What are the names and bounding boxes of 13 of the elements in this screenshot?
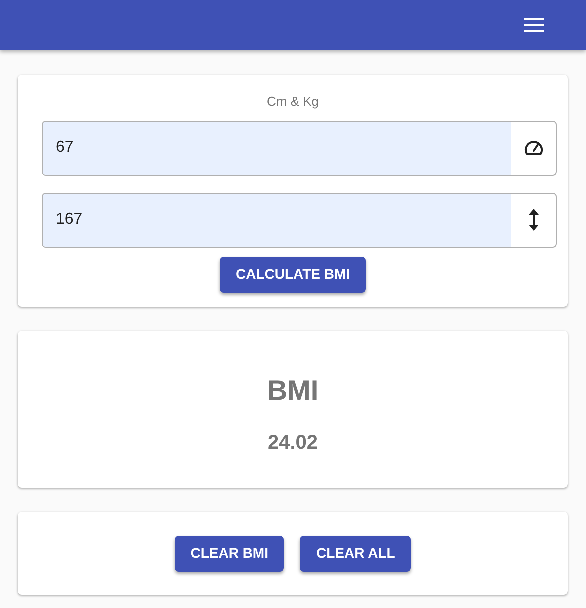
vertical-arrows-icon [528,209,538,231]
calculate-button[interactable]: CALCULATE BMI [220,256,366,292]
result-value: 24.02 [268,431,318,456]
units-label: Cm & Kg [266,93,319,111]
clear-button[interactable]: CLEAR ALL [300,536,412,572]
gauge-icon [524,139,544,157]
field-value: 167 [56,210,83,230]
result-title: BMI [267,374,319,408]
input-field[interactable]: 167 [42,192,557,248]
field-value: 67 [56,138,74,158]
menu-icon[interactable] [524,18,544,32]
clear-button[interactable]: CLEAR BMI [174,536,284,572]
input-field[interactable]: 67 [42,120,557,176]
